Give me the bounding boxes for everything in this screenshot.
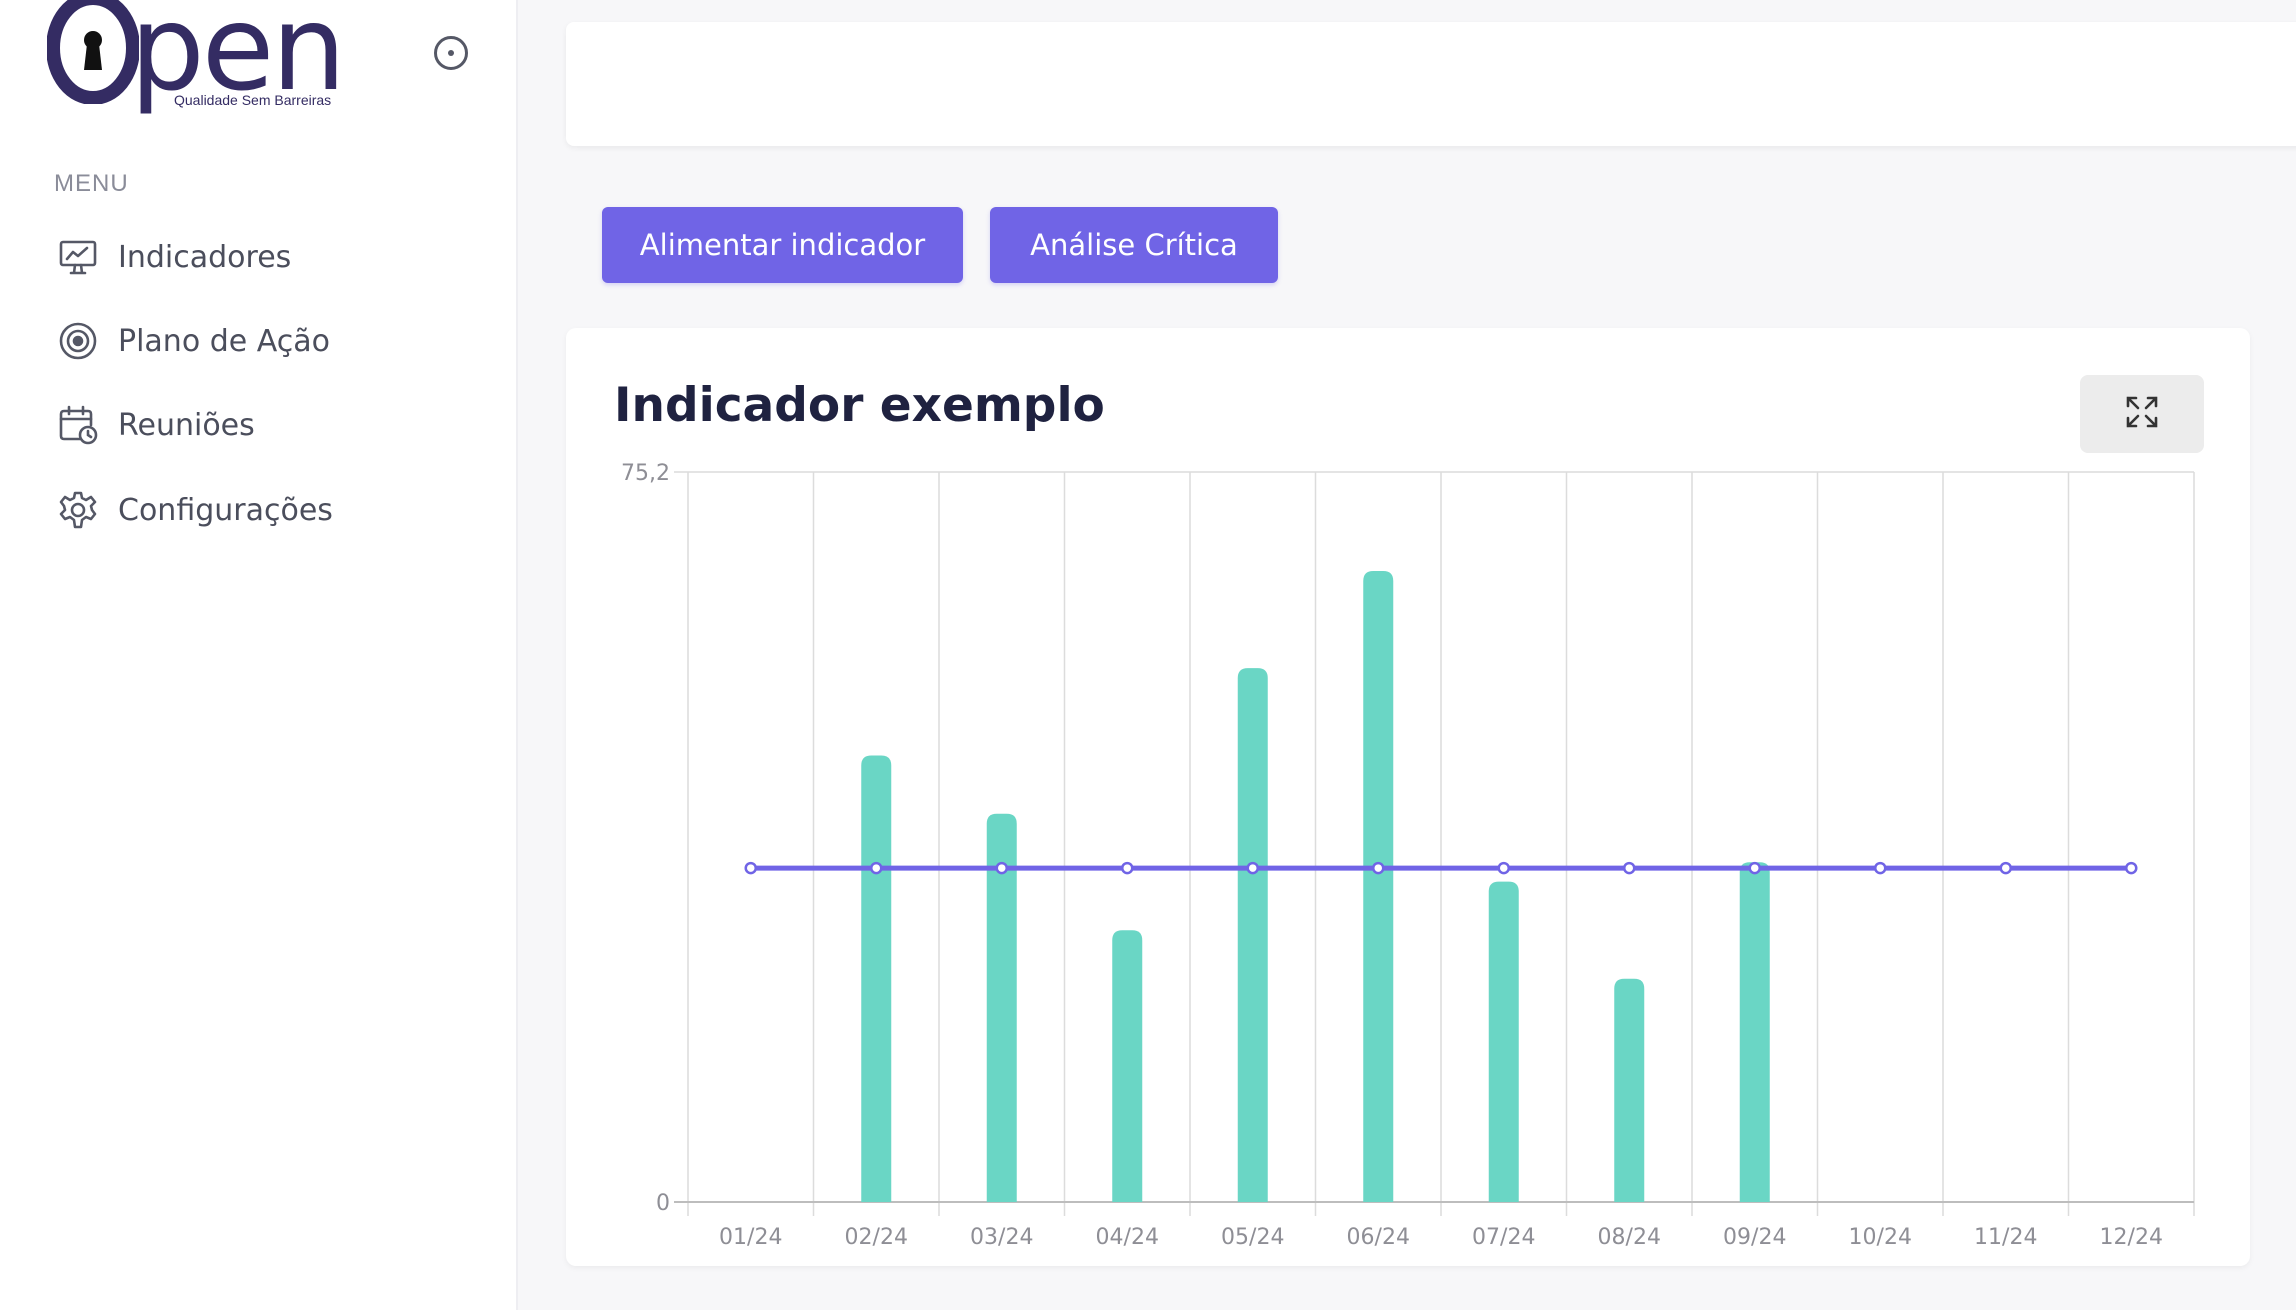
chart-bar — [1739, 862, 1770, 1202]
x-tick-label: 09/24 — [1723, 1225, 1786, 1250]
target-point — [1246, 861, 1259, 875]
x-tick-label: 04/24 — [1096, 1225, 1159, 1250]
sidebar-item-plano-de-acao[interactable]: Plano de Ação — [54, 313, 474, 369]
analise-critica-button[interactable]: Análise Crítica — [990, 207, 1278, 283]
x-tick-label: 03/24 — [970, 1225, 1033, 1250]
sidebar-item-reunioes[interactable]: Reuniões — [54, 397, 474, 453]
chart-bar — [861, 755, 892, 1202]
indicator-card: Indicador exemplo 0 75,2 01/24 02/24 03/24 04… — [566, 328, 2250, 1266]
x-tick-label: 11/24 — [1974, 1225, 2037, 1250]
sidebar-item-label: Plano de Ação — [118, 323, 330, 359]
target-point — [1874, 861, 1887, 875]
target-point — [1372, 861, 1385, 875]
chart-bar — [1488, 881, 1519, 1202]
sidebar-item-indicadores[interactable]: Indicadores — [54, 229, 474, 285]
sidebar-item-label: Indicadores — [118, 239, 292, 275]
target-point — [870, 861, 883, 875]
x-tick-label: 12/24 — [2100, 1225, 2163, 1250]
y-tick-label: 0 — [656, 1191, 670, 1216]
x-tick-label: 01/24 — [719, 1225, 782, 1250]
top-bar — [566, 22, 2296, 146]
chart-bar — [1614, 978, 1645, 1202]
target-point — [1999, 861, 2012, 875]
target-point — [2125, 861, 2138, 875]
alimentar-indicador-button[interactable]: Alimentar indicador — [602, 207, 963, 283]
target-icon — [54, 317, 102, 365]
x-tick-label: 02/24 — [845, 1225, 908, 1250]
x-tick-label: 10/24 — [1849, 1225, 1912, 1250]
menu-heading: MENU — [54, 170, 129, 197]
indicator-chart: 0 75,2 01/24 02/24 03/24 04/24 05/24 06/24 07/24… — [621, 461, 2195, 1250]
chart-bar — [1363, 571, 1394, 1202]
target-point — [1121, 861, 1134, 875]
sidebar-item-label: Configurações — [118, 492, 333, 528]
monitor-chart-icon — [54, 233, 102, 281]
sidebar-item-configuracoes[interactable]: Configurações — [54, 482, 474, 538]
sidebar-item-label: Reuniões — [118, 407, 255, 443]
target-point — [1748, 861, 1761, 875]
sidebar: Open Qualidade Sem Barreiras MENU Indica… — [0, 0, 518, 1310]
sidebar-toggle-button[interactable] — [434, 36, 468, 70]
x-tick-label: 05/24 — [1221, 1225, 1284, 1250]
target-point — [1623, 861, 1636, 875]
target-point — [1497, 861, 1510, 875]
target-point — [995, 861, 1008, 875]
gear-icon — [54, 486, 102, 534]
x-tick-label: 06/24 — [1347, 1225, 1410, 1250]
chart-bar — [1112, 930, 1143, 1202]
open-logo[interactable]: Open Qualidade Sem Barreiras — [40, 0, 360, 118]
target-point — [744, 861, 757, 875]
logo-tagline: Qualidade Sem Barreiras — [174, 92, 332, 108]
x-tick-label: 08/24 — [1598, 1225, 1661, 1250]
chart-bar — [1237, 668, 1268, 1202]
y-tick-label: 75,2 — [621, 461, 670, 486]
x-tick-label: 07/24 — [1472, 1225, 1535, 1250]
calendar-clock-icon — [54, 401, 102, 449]
